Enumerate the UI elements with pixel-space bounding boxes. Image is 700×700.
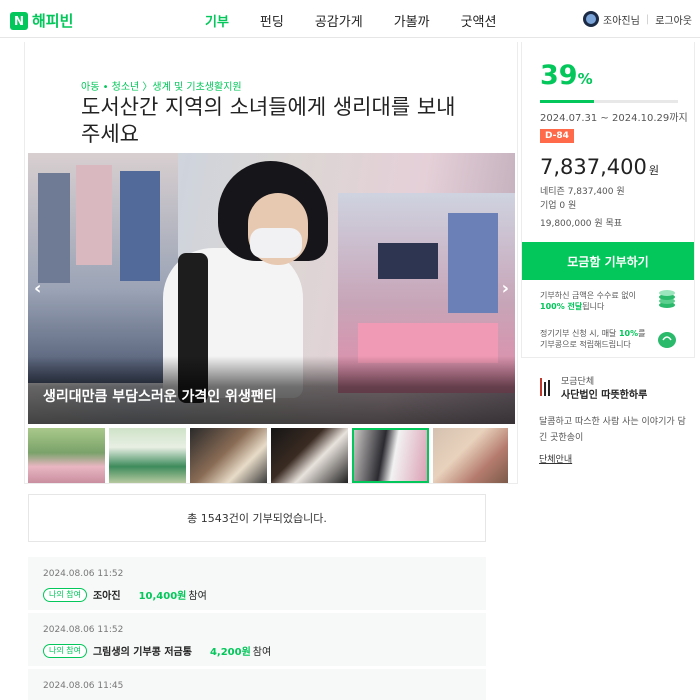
hero-photo-mask bbox=[250, 228, 302, 258]
organization-info-link[interactable]: 단체안내 bbox=[539, 452, 572, 465]
thumbnail-2[interactable] bbox=[109, 428, 186, 483]
divider: | bbox=[645, 13, 650, 25]
nav-visit[interactable]: 가볼까 bbox=[394, 11, 430, 30]
notice-regular-donation: 정기기부 신청 시, 매달 10%를 기부콩으로 적립해드립니다 bbox=[540, 328, 650, 350]
raised-amount-unit: 원 bbox=[648, 164, 660, 177]
nav-good-action[interactable]: 굿액션 bbox=[461, 11, 497, 30]
thumbnail-4[interactable] bbox=[271, 428, 348, 483]
thumbnail-5-selected[interactable] bbox=[352, 428, 429, 483]
notice2-highlight: 10% bbox=[618, 329, 639, 338]
donation-line: 나의 참여 조아진 10,400원 참여 bbox=[43, 587, 207, 602]
campaign-main: 아동 • 청소년 〉생계 및 기초생활지원 도서산간 지역의 소녀들에게 생리대… bbox=[24, 42, 518, 484]
thumbnail-1[interactable] bbox=[28, 428, 105, 483]
nav-shop[interactable]: 공감가게 bbox=[315, 11, 363, 30]
progress-bar-fill bbox=[540, 100, 594, 103]
donation-status-panel: 39% 2024.07.31 ~ 2024.10.29까지 D-84 7,837… bbox=[521, 42, 695, 358]
organization-card: 모금단체 사단법인 따뜻한하루 달콤하고 따스한 사람 사는 이야기가 담긴 곳… bbox=[521, 362, 695, 480]
donation-count-summary: 총 1543건이 기부되었습니다. bbox=[28, 494, 486, 542]
raised-amount-value: 7,837,400 bbox=[540, 155, 647, 179]
hero-image-slider[interactable]: 생리대만큼 부담스러운 가격인 위생팬티 ‹ › bbox=[28, 153, 515, 424]
progress-bar bbox=[540, 100, 678, 103]
my-donation-badge: 나의 참여 bbox=[43, 587, 87, 602]
thumbnail-strip bbox=[28, 428, 515, 483]
donate-button[interactable]: 모금함 기부하기 bbox=[522, 242, 694, 280]
donation-line: 나의 참여 그림생의 기부콩 저금통 4,200원 참여 bbox=[43, 643, 271, 658]
happybean-logo[interactable]: N 해피빈 bbox=[10, 10, 73, 31]
list-item: 2024.08.06 11:45 bbox=[28, 669, 486, 700]
avatar[interactable] bbox=[583, 11, 599, 27]
list-item: 2024.08.06 11:52 나의 참여 그림생의 기부콩 저금통 4,20… bbox=[28, 613, 486, 667]
netizen-amount: 네티즌 7,837,400 원 bbox=[540, 187, 625, 197]
logout-link[interactable]: 로그아웃 bbox=[655, 12, 692, 27]
donation-date: 2024.08.06 11:52 bbox=[43, 625, 124, 635]
user-area: 조아진님 | 로그아웃 bbox=[583, 11, 692, 27]
logo-text: 해피빈 bbox=[32, 12, 74, 30]
user-name[interactable]: 조아진님 bbox=[603, 12, 640, 27]
thumbnail-3[interactable] bbox=[190, 428, 267, 483]
notice-full-delivery: 기부하신 금액은 수수료 없이 100% 전달됩니다 bbox=[540, 290, 650, 312]
percent-sign: % bbox=[577, 70, 593, 88]
donor-name: 조아진 bbox=[92, 591, 121, 602]
notice2-text: 정기기부 신청 시, 매달 bbox=[540, 329, 619, 338]
organization-description: 달콤하고 따스한 사람 사는 이야기가 담긴 곳한송이 bbox=[539, 417, 686, 443]
my-donation-badge: 나의 참여 bbox=[43, 643, 87, 658]
campaign-category[interactable]: 아동 • 청소년 〉생계 및 기초생활지원 bbox=[81, 78, 242, 93]
donation-list: 2024.08.06 11:52 나의 참여 조아진 10,400원 참여 20… bbox=[28, 557, 486, 700]
raised-amount: 7,837,400 원 bbox=[540, 155, 659, 179]
page-title: 도서산간 지역의 소녀들에게 생리대를 보내 주세요 bbox=[81, 95, 456, 146]
donation-amount: 10,400원 bbox=[138, 591, 187, 602]
organization-logo-icon bbox=[540, 378, 550, 396]
chevron-right-icon[interactable]: › bbox=[502, 278, 509, 299]
naver-n-icon: N bbox=[10, 11, 28, 30]
company-amount: 기업 0 원 bbox=[540, 201, 577, 211]
hero-caption: 생리대만큼 부담스러운 가격인 위생팬티 bbox=[43, 389, 277, 405]
progress-percent: 39% bbox=[540, 60, 593, 91]
donation-date: 2024.08.06 11:45 bbox=[43, 681, 124, 691]
top-navigation-bar: N 해피빈 기부 펀딩 공감가게 가볼까 굿액션 조아진님 | 로그아웃 bbox=[0, 0, 700, 38]
donation-suffix: 참여 bbox=[252, 647, 272, 658]
percent-value: 39 bbox=[540, 60, 578, 91]
hero-photo-shelf bbox=[28, 153, 178, 383]
dday-badge: D-84 bbox=[540, 129, 574, 143]
chevron-left-icon[interactable]: ‹ bbox=[34, 278, 41, 299]
notice1-suffix: 됩니다 bbox=[582, 302, 605, 311]
nav-donate[interactable]: 기부 bbox=[205, 11, 229, 30]
thumbnail-6[interactable] bbox=[433, 428, 508, 483]
nav-funding[interactable]: 펀딩 bbox=[260, 11, 284, 30]
donation-amount: 4,200원 bbox=[209, 647, 251, 658]
donation-date: 2024.08.06 11:52 bbox=[43, 569, 124, 579]
main-nav: 기부 펀딩 공감가게 가볼까 굿액션 bbox=[205, 11, 527, 30]
coin-stack-icon bbox=[659, 290, 675, 308]
donor-name: 그림생의 기부콩 저금통 bbox=[92, 647, 192, 658]
bean-icon bbox=[658, 332, 676, 348]
list-item: 2024.08.06 11:52 나의 참여 조아진 10,400원 참여 bbox=[28, 557, 486, 611]
notice1-highlight: 100% 전달 bbox=[540, 302, 583, 311]
donation-suffix: 참여 bbox=[188, 591, 207, 602]
goal-amount: 19,800,000 원 목표 bbox=[540, 219, 623, 229]
notice1-text: 기부하신 금액은 수수료 없이 bbox=[540, 291, 636, 300]
campaign-period: 2024.07.31 ~ 2024.10.29까지 bbox=[540, 113, 688, 124]
organization-name[interactable]: 사단법인 따뜻한하루 bbox=[561, 386, 647, 401]
